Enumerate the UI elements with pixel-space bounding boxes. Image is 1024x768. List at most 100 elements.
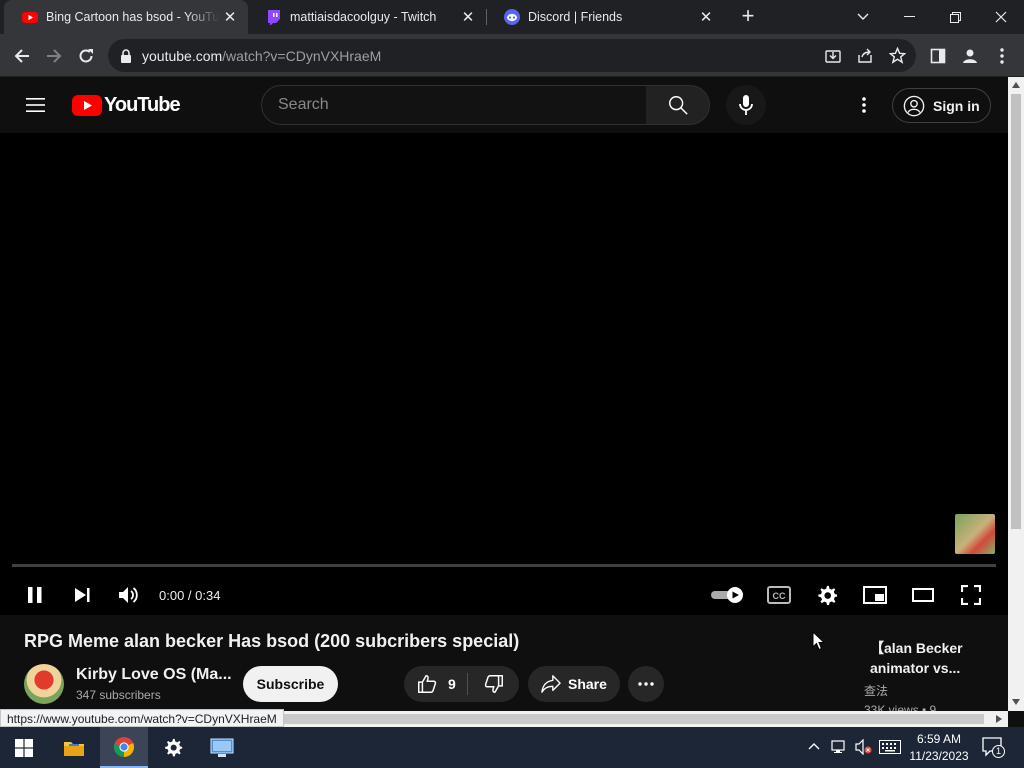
share-button[interactable]: Share bbox=[528, 666, 620, 702]
tab-discord[interactable]: Discord | Friends ✕ bbox=[486, 0, 724, 34]
url-path: /watch?v=CDynVXHraeM bbox=[222, 47, 382, 64]
scroll-right-arrow-icon[interactable] bbox=[996, 715, 1002, 723]
minimize-button[interactable] bbox=[886, 0, 932, 34]
close-tab-icon[interactable]: ✕ bbox=[696, 8, 716, 26]
player-controls: 0:00 / 0:34 CC bbox=[0, 573, 1008, 615]
fullscreen-button[interactable] bbox=[955, 579, 987, 611]
address-bar[interactable]: youtube.com/watch?v=CDynVXHraeM bbox=[108, 39, 916, 72]
skip-next-icon bbox=[75, 588, 90, 602]
network-icon[interactable] bbox=[831, 739, 847, 755]
thumbs-up-icon bbox=[418, 675, 437, 693]
like-dislike-group: 9 bbox=[404, 666, 519, 702]
remote-desktop-taskbar-button[interactable] bbox=[198, 727, 246, 768]
video-player[interactable]: 0:00 / 0:34 CC bbox=[0, 133, 1008, 615]
share-label: Share bbox=[568, 676, 607, 692]
hamburger-menu-icon[interactable] bbox=[24, 93, 48, 117]
subscribe-button[interactable]: Subscribe bbox=[243, 666, 338, 702]
chrome-menu-icon[interactable] bbox=[988, 42, 1016, 70]
show-hidden-icons-icon[interactable] bbox=[808, 742, 820, 750]
settings-more-icon[interactable] bbox=[854, 93, 874, 117]
install-app-icon[interactable] bbox=[825, 48, 841, 64]
theater-mode-button[interactable] bbox=[907, 579, 939, 611]
sign-in-button[interactable]: Sign in bbox=[892, 88, 991, 123]
youtube-play-logo-icon bbox=[72, 94, 102, 116]
autoplay-toggle[interactable] bbox=[710, 579, 746, 611]
share-page-icon[interactable] bbox=[857, 48, 873, 64]
profile-icon[interactable] bbox=[956, 42, 984, 70]
voice-search-button[interactable] bbox=[726, 85, 766, 125]
link-status-bubble: https://www.youtube.com/watch?v=CDynVXHr… bbox=[0, 709, 284, 727]
settings-taskbar-button[interactable] bbox=[149, 727, 197, 768]
progress-bar[interactable] bbox=[12, 564, 996, 567]
like-button[interactable]: 9 bbox=[404, 666, 467, 702]
share-arrow-icon bbox=[541, 675, 561, 693]
scroll-up-arrow-icon[interactable] bbox=[1012, 82, 1020, 88]
related-video-title[interactable]: 【alan Becker animator vs... bbox=[864, 638, 1004, 678]
next-video-button[interactable] bbox=[66, 579, 98, 611]
pause-icon bbox=[28, 587, 42, 603]
youtube-logo[interactable]: YouTube bbox=[72, 93, 181, 116]
back-arrow-icon[interactable] bbox=[8, 42, 36, 70]
microphone-icon bbox=[739, 95, 753, 115]
miniplayer-button[interactable] bbox=[859, 579, 891, 611]
youtube-logo-text: YouTube bbox=[104, 93, 181, 116]
mute-button[interactable] bbox=[113, 579, 145, 611]
channel-avatar[interactable] bbox=[24, 664, 64, 704]
vertical-scrollbar[interactable] bbox=[1008, 77, 1024, 711]
close-tab-icon[interactable]: ✕ bbox=[220, 8, 240, 26]
settings-button[interactable] bbox=[811, 579, 843, 611]
search-icon bbox=[668, 96, 688, 115]
like-count: 9 bbox=[448, 676, 456, 692]
search-button[interactable] bbox=[646, 85, 710, 125]
channel-watermark-thumbnail[interactable] bbox=[955, 514, 995, 554]
search-input[interactable]: Search bbox=[261, 85, 647, 125]
browser-toolbar: youtube.com/watch?v=CDynVXHraeM bbox=[0, 34, 1024, 77]
bookmark-star-icon[interactable] bbox=[889, 47, 906, 64]
closed-captions-icon: CC bbox=[767, 586, 791, 604]
browser-tab-strip: Bing Cartoon has bsod - YouTube ✕ mattia… bbox=[0, 0, 1024, 34]
close-window-button[interactable] bbox=[978, 0, 1024, 34]
chrome-icon bbox=[114, 736, 135, 757]
gear-icon bbox=[818, 585, 838, 606]
side-panel-icon[interactable] bbox=[924, 42, 952, 70]
action-center-button[interactable]: 1 bbox=[982, 737, 1006, 759]
close-tab-icon[interactable]: ✕ bbox=[458, 8, 478, 26]
tab-title: Discord | Friends bbox=[528, 10, 623, 24]
channel-name[interactable]: Kirby Love OS (Ma... bbox=[76, 666, 232, 684]
subtitles-button[interactable]: CC bbox=[763, 579, 795, 611]
volume-muted-icon[interactable] bbox=[855, 739, 873, 755]
tab-youtube[interactable]: Bing Cartoon has bsod - YouTube ✕ bbox=[4, 0, 248, 34]
url-host: youtube.com bbox=[142, 47, 223, 64]
twitch-icon bbox=[268, 10, 280, 25]
forward-arrow-icon[interactable] bbox=[40, 42, 68, 70]
restore-button[interactable] bbox=[932, 0, 978, 34]
discord-icon bbox=[504, 9, 520, 25]
touch-keyboard-icon[interactable] bbox=[879, 740, 901, 754]
more-actions-button[interactable] bbox=[628, 666, 664, 702]
notification-count-badge: 1 bbox=[992, 745, 1005, 758]
clock-time: 6:59 AM bbox=[916, 732, 962, 746]
system-clock[interactable]: 6:59 AM 11/23/2023 bbox=[906, 731, 972, 765]
tab-title: mattiaisdacoolguy - Twitch bbox=[290, 10, 437, 24]
fullscreen-icon bbox=[961, 585, 981, 605]
file-explorer-button[interactable] bbox=[50, 727, 98, 768]
lock-icon[interactable] bbox=[120, 48, 132, 63]
tab-title: Bing Cartoon has bsod - YouTube bbox=[46, 10, 220, 24]
tab-search-chevron-icon[interactable] bbox=[840, 0, 886, 34]
theater-mode-icon bbox=[912, 588, 934, 602]
related-video-item[interactable]: 【alan Becker animator vs... 查法 33K views… bbox=[864, 638, 1004, 717]
horizontal-scrollbar[interactable] bbox=[280, 711, 1008, 727]
start-button[interactable] bbox=[0, 727, 48, 768]
new-tab-button[interactable]: + bbox=[737, 5, 759, 27]
vertical-scroll-thumb[interactable] bbox=[1011, 94, 1021, 529]
reload-icon[interactable] bbox=[72, 42, 100, 70]
volume-icon bbox=[119, 587, 138, 603]
chrome-taskbar-button[interactable] bbox=[100, 727, 148, 768]
mouse-cursor-icon bbox=[812, 631, 825, 651]
pause-button[interactable] bbox=[19, 579, 51, 611]
tab-twitch[interactable]: mattiaisdacoolguy - Twitch ✕ bbox=[248, 0, 486, 34]
scroll-down-arrow-icon[interactable] bbox=[1012, 699, 1020, 705]
dislike-button[interactable] bbox=[468, 666, 519, 702]
youtube-header: YouTube Search Sign in bbox=[0, 77, 1008, 133]
horizontal-scroll-thumb[interactable] bbox=[284, 714, 984, 724]
